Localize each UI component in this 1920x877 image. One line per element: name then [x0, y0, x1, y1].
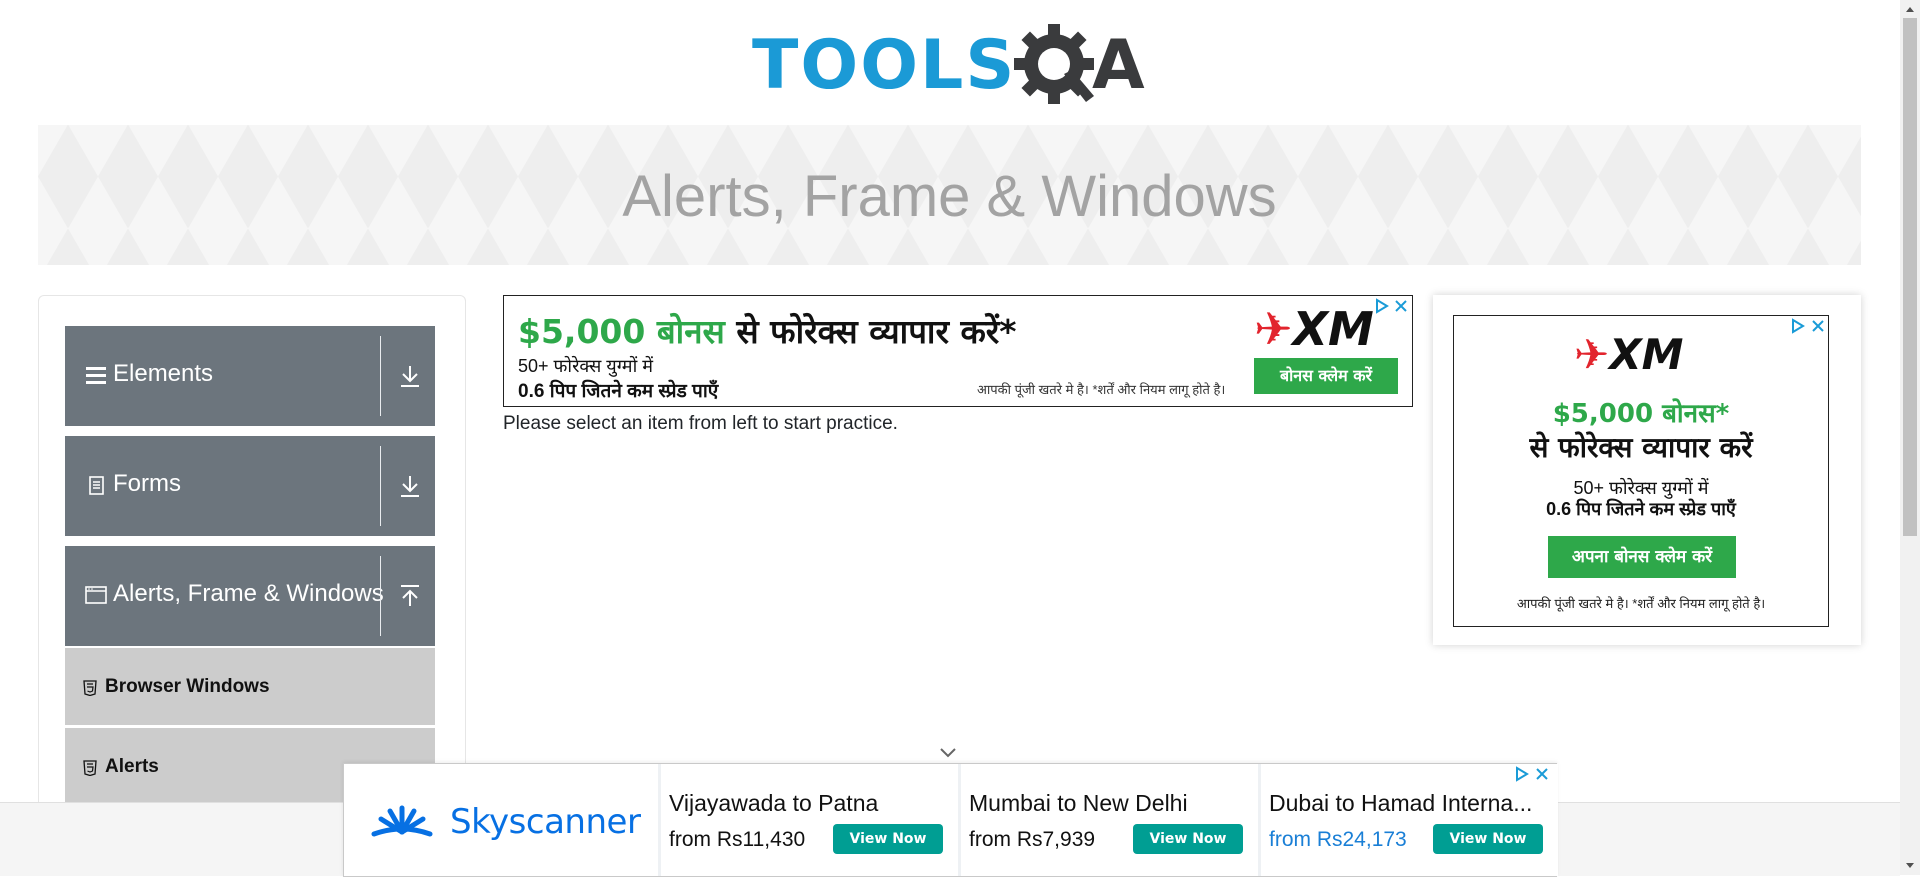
upload-arrow-icon[interactable]: [399, 584, 421, 608]
route-title: Vijayawada to Patna: [669, 790, 879, 816]
skyscanner-wordmark: Skyscanner: [450, 802, 641, 842]
adchoices-icon[interactable]: [1374, 298, 1390, 314]
page-title: Alerts, Frame & Windows: [622, 164, 1277, 229]
sidebar-item-label: Browser Windows: [105, 676, 270, 697]
xm-banner-ad[interactable]: $5,000 बोनस से फोरेक्स व्यापार करें* 50+…: [503, 295, 1413, 407]
divider: [380, 336, 381, 416]
scrollbar-thumb[interactable]: [1903, 18, 1917, 536]
claim-bonus-button[interactable]: बोनस क्लेम करें: [1254, 358, 1398, 394]
divider: [380, 556, 381, 636]
route-price: from Rs24,173: [1269, 828, 1407, 851]
xm-side-ad[interactable]: ✈︎XM $5,000 बोनस* से फोरेक्स व्यापार करे…: [1453, 315, 1829, 627]
flight-deal-card[interactable]: Vijayawada to Patna from Rs11,430 View N…: [658, 764, 958, 876]
close-icon[interactable]: [1810, 318, 1826, 334]
window-icon: [85, 586, 107, 604]
route-price: from Rs7,939: [969, 828, 1096, 851]
vertical-scrollbar[interactable]: [1900, 0, 1920, 875]
close-icon[interactable]: [1393, 298, 1409, 314]
ad-line: 0.6 पिप जितने कम स्प्रेड पाएँ: [518, 381, 719, 402]
ad-line: $5,000 बोनस*: [1552, 399, 1730, 429]
download-arrow-icon[interactable]: [399, 364, 421, 388]
sidebar-group-elements[interactable]: Elements: [65, 326, 435, 426]
sunrise-icon: [371, 805, 433, 837]
ad-disclaimer: आपकी पूंजी खतरे मे है। *शर्तें और नियम ल…: [977, 382, 1226, 397]
flight-deal-card[interactable]: Dubai to Hamad Interna... from Rs24,173 …: [1258, 764, 1558, 876]
scroll-up-arrow-icon[interactable]: [1905, 4, 1915, 14]
html5-icon: [83, 680, 97, 696]
view-now-button[interactable]: View Now: [1133, 824, 1243, 854]
document-icon: [89, 476, 104, 495]
download-arrow-icon[interactable]: [399, 474, 421, 498]
ad-disclaimer: आपकी पूंजी खतरे मे है। *शर्तें और नियम ल…: [1516, 596, 1766, 611]
ad-line: 0.6 पिप जितने कम स्प्रेड पाएँ: [1546, 499, 1736, 519]
ad-line: 50+ फोरेक्स युग्मों में: [518, 356, 653, 376]
xm-logo: ✈︎XM: [1254, 302, 1374, 356]
xm-side-ad-container: ✈︎XM $5,000 बोनस* से फोरेक्स व्यापार करे…: [1433, 295, 1861, 645]
adchoices-icon[interactable]: [1790, 318, 1806, 334]
sidebar-item-browser-windows[interactable]: Browser Windows: [65, 648, 435, 725]
html5-icon: [83, 760, 97, 776]
route-title: Dubai to Hamad Interna...: [1269, 790, 1533, 816]
route-title: Mumbai to New Delhi: [969, 790, 1188, 816]
page-banner: Alerts, Frame & Windows: [38, 125, 1861, 265]
adchoices-icon[interactable]: [1514, 766, 1530, 782]
close-icon[interactable]: [1534, 766, 1550, 782]
ad-line: से फोरेक्स व्यापार करें: [1529, 431, 1753, 464]
logo-text: TOOLS: [752, 26, 1017, 105]
skyscanner-sticky-ad[interactable]: Skyscanner Vijayawada to Patna from Rs11…: [343, 763, 1558, 877]
sidebar-group-label: Elements: [113, 360, 214, 387]
flight-deal-card[interactable]: Mumbai to New Delhi from Rs7,939 View No…: [958, 764, 1258, 876]
logo-letter-a: A: [1092, 26, 1145, 105]
claim-bonus-button[interactable]: अपना बोनस क्लेम करें: [1548, 536, 1736, 578]
sidebar: Elements Forms Alerts, Frame & Windows B…: [38, 295, 466, 837]
xm-logo: ✈︎XM: [1574, 330, 1684, 379]
skyscanner-logo: Skyscanner: [370, 798, 650, 846]
practice-instruction: Please select an item from left to start…: [503, 413, 898, 434]
gear-magnifier-icon: [1014, 24, 1094, 104]
chevron-down-icon[interactable]: [938, 746, 958, 760]
scroll-down-arrow-icon[interactable]: [1905, 861, 1915, 871]
view-now-button[interactable]: View Now: [833, 824, 943, 854]
hamburger-icon: [86, 367, 106, 384]
sidebar-group-label: Alerts, Frame & Windows: [113, 580, 384, 607]
sidebar-group-label: Forms: [113, 470, 181, 497]
sidebar-group-forms[interactable]: Forms: [65, 436, 435, 536]
toolsqa-logo[interactable]: TOOLS A: [752, 20, 1152, 112]
ad-headline: $5,000 बोनस से फोरेक्स व्यापार करें*: [518, 312, 1017, 351]
sidebar-item-label: Alerts: [105, 756, 159, 777]
divider: [380, 446, 381, 526]
route-price: from Rs11,430: [669, 828, 806, 851]
sidebar-group-alerts-frame-windows[interactable]: Alerts, Frame & Windows: [65, 546, 435, 646]
view-now-button[interactable]: View Now: [1433, 824, 1543, 854]
